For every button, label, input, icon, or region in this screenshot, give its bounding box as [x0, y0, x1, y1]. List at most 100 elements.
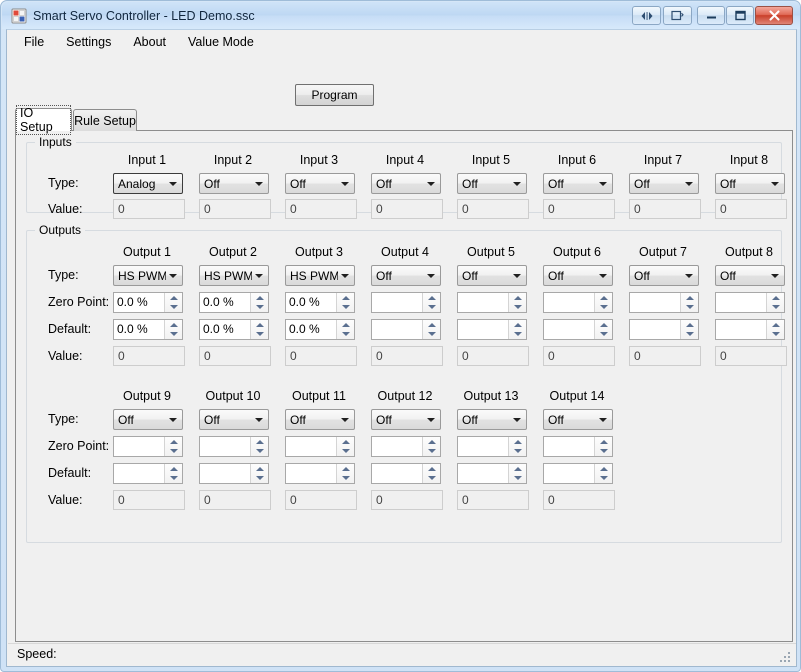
spinner-buttons[interactable]	[766, 320, 784, 339]
input-1-type-combo[interactable]: Analog	[113, 173, 183, 194]
output-4-default-spinner[interactable]	[371, 319, 441, 340]
menu-item-value-mode[interactable]: Value Mode	[179, 32, 263, 52]
spinner-buttons[interactable]	[594, 293, 612, 312]
outputs-group: Outputs Type: Zero Point: Default: Value…	[26, 223, 787, 543]
menu-item-settings[interactable]: Settings	[57, 32, 120, 52]
output-2-zero-point-spinner[interactable]: 0.0 %	[199, 292, 269, 313]
minimize-button[interactable]	[697, 6, 725, 25]
output-7-zero-point-value	[633, 295, 678, 310]
input-6-type-combo[interactable]: Off	[543, 173, 613, 194]
chevron-down-icon	[255, 418, 263, 422]
tab-rule-setup[interactable]: Rule Setup	[73, 109, 137, 131]
output-3-default-spinner[interactable]: 0.0 %	[285, 319, 355, 340]
spinner-buttons[interactable]	[250, 464, 268, 483]
spinner-buttons[interactable]	[250, 320, 268, 339]
spinner-buttons[interactable]	[422, 293, 440, 312]
output-14-zero-point-spinner[interactable]	[543, 436, 613, 457]
output-1-zero-point-spinner[interactable]: 0.0 %	[113, 292, 183, 313]
spinner-buttons[interactable]	[508, 437, 526, 456]
spinner-buttons[interactable]	[508, 293, 526, 312]
spinner-buttons[interactable]	[250, 293, 268, 312]
spinner-buttons[interactable]	[594, 464, 612, 483]
spinner-buttons[interactable]	[508, 320, 526, 339]
output-10-default-spinner[interactable]	[199, 463, 269, 484]
output-3-zero-point-spinner[interactable]: 0.0 %	[285, 292, 355, 313]
input-8-type-combo[interactable]: Off	[715, 173, 785, 194]
output-2-type-combo[interactable]: HS PWM	[199, 265, 269, 286]
input-4-type-combo[interactable]: Off	[371, 173, 441, 194]
resize-grip[interactable]	[780, 650, 793, 663]
output-12-default-spinner[interactable]	[371, 463, 441, 484]
navigate-icon-button[interactable]	[632, 6, 661, 25]
output-13-type-combo[interactable]: Off	[457, 409, 527, 430]
output-13-default-spinner[interactable]	[457, 463, 527, 484]
chevron-down-icon	[599, 418, 607, 422]
spinner-buttons[interactable]	[164, 293, 182, 312]
spinner-buttons[interactable]	[594, 437, 612, 456]
output-11-default-value	[289, 466, 334, 481]
spinner-buttons[interactable]	[336, 437, 354, 456]
output-6-type-combo[interactable]: Off	[543, 265, 613, 286]
spinner-buttons[interactable]	[164, 464, 182, 483]
input-2-type-combo[interactable]: Off	[199, 173, 269, 194]
output-7-type-combo[interactable]: Off	[629, 265, 699, 286]
output-14-default-spinner[interactable]	[543, 463, 613, 484]
spinner-buttons[interactable]	[422, 437, 440, 456]
output-4-type-combo[interactable]: Off	[371, 265, 441, 286]
input-3-type-combo[interactable]: Off	[285, 173, 355, 194]
output-9-default-spinner[interactable]	[113, 463, 183, 484]
menu-item-file[interactable]: File	[15, 32, 53, 52]
spinner-buttons[interactable]	[680, 320, 698, 339]
output-4-type-value: Off	[376, 269, 392, 283]
spinner-buttons[interactable]	[680, 293, 698, 312]
output-12-type-combo[interactable]: Off	[371, 409, 441, 430]
output-8-type-combo[interactable]: Off	[715, 265, 785, 286]
output-1-default-spinner[interactable]: 0.0 %	[113, 319, 183, 340]
spinner-buttons[interactable]	[508, 464, 526, 483]
input-1-value-text: 0	[118, 202, 125, 216]
output-13-zero-point-spinner[interactable]	[457, 436, 527, 457]
output-7-default-spinner[interactable]	[629, 319, 699, 340]
output-7-value-text: 0	[634, 349, 641, 363]
output-3-type-combo[interactable]: HS PWM	[285, 265, 355, 286]
spinner-buttons[interactable]	[594, 320, 612, 339]
output-6-default-spinner[interactable]	[543, 319, 613, 340]
input-7-type-combo[interactable]: Off	[629, 173, 699, 194]
output-10-type-combo[interactable]: Off	[199, 409, 269, 430]
output-9-zero-point-spinner[interactable]	[113, 436, 183, 457]
output-5-type-combo[interactable]: Off	[457, 265, 527, 286]
output-8-zero-point-spinner[interactable]	[715, 292, 785, 313]
output-4-zero-point-spinner[interactable]	[371, 292, 441, 313]
restore-window-icon-button[interactable]	[663, 6, 692, 25]
output-9-type-combo[interactable]: Off	[113, 409, 183, 430]
output-1-type-combo[interactable]: HS PWM	[113, 265, 183, 286]
output-2-default-spinner[interactable]: 0.0 %	[199, 319, 269, 340]
output-10-zero-point-spinner[interactable]	[199, 436, 269, 457]
maximize-button[interactable]	[726, 6, 754, 25]
output-12-zero-point-spinner[interactable]	[371, 436, 441, 457]
menu-item-about[interactable]: About	[124, 32, 175, 52]
output-8-default-spinner[interactable]	[715, 319, 785, 340]
output-14-type-combo[interactable]: Off	[543, 409, 613, 430]
spinner-buttons[interactable]	[422, 320, 440, 339]
input-5-type-combo[interactable]: Off	[457, 173, 527, 194]
spinner-buttons[interactable]	[164, 437, 182, 456]
spinner-buttons[interactable]	[250, 437, 268, 456]
output-7-zero-point-spinner[interactable]	[629, 292, 699, 313]
tab-io-setup[interactable]: IO Setup	[15, 105, 72, 135]
output-11-zero-point-spinner[interactable]	[285, 436, 355, 457]
output-5-default-spinner[interactable]	[457, 319, 527, 340]
spinner-buttons[interactable]	[766, 293, 784, 312]
spinner-buttons[interactable]	[422, 464, 440, 483]
output-6-zero-point-spinner[interactable]	[543, 292, 613, 313]
spinner-buttons[interactable]	[164, 320, 182, 339]
close-button[interactable]	[755, 6, 793, 25]
spinner-buttons[interactable]	[336, 293, 354, 312]
output-11-type-combo[interactable]: Off	[285, 409, 355, 430]
chevron-down-icon	[427, 182, 435, 186]
program-button[interactable]: Program	[295, 84, 374, 106]
spinner-buttons[interactable]	[336, 464, 354, 483]
output-5-zero-point-spinner[interactable]	[457, 292, 527, 313]
output-11-default-spinner[interactable]	[285, 463, 355, 484]
spinner-buttons[interactable]	[336, 320, 354, 339]
